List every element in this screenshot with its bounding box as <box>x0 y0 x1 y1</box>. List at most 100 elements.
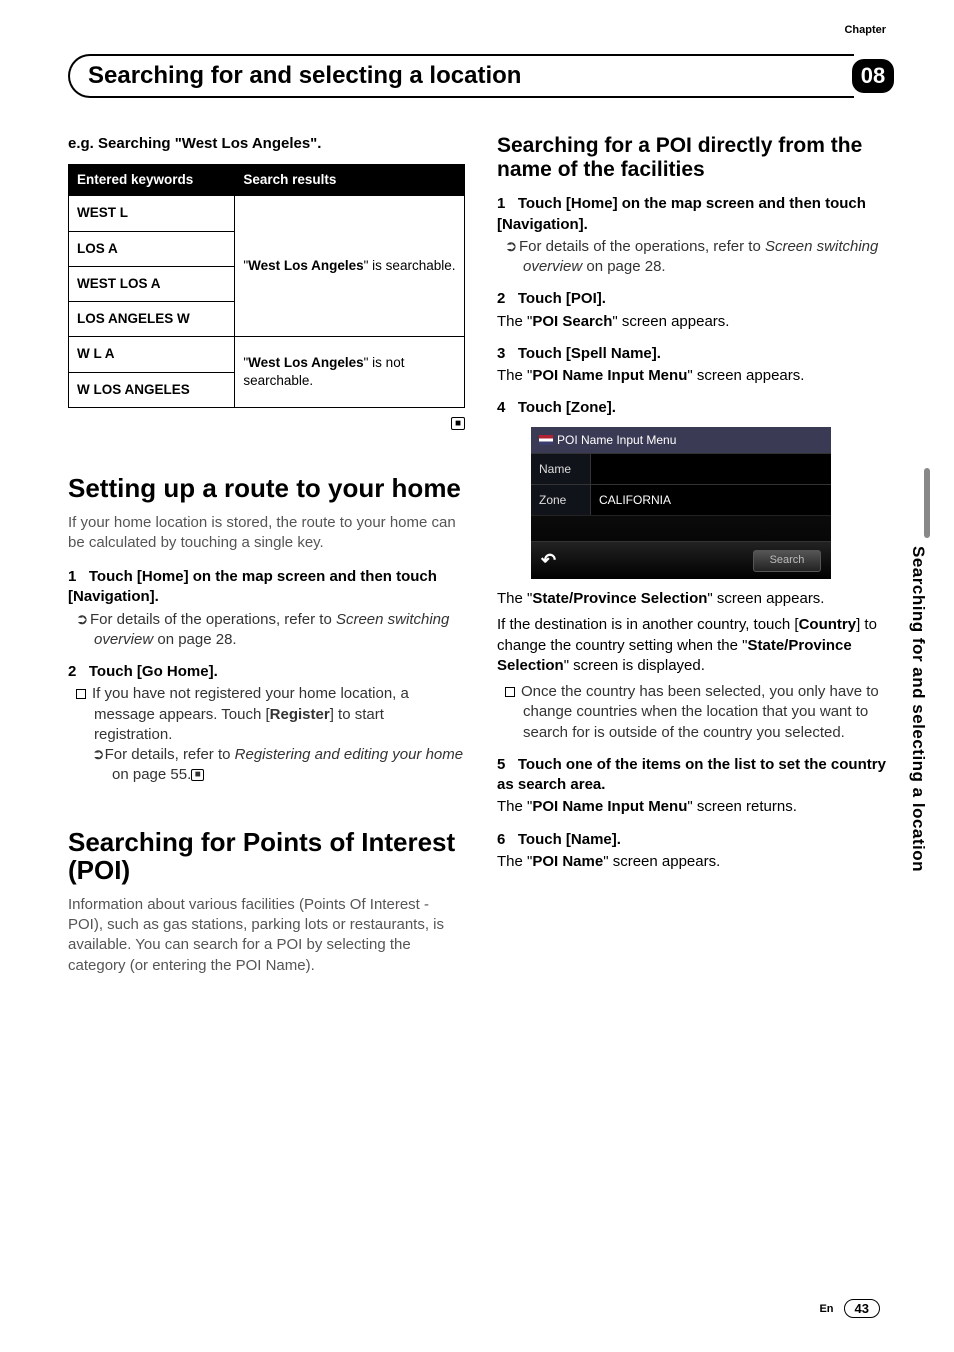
text-bold: POI Name Input Menu <box>532 798 687 815</box>
table-row: WEST L <box>69 196 235 231</box>
step-sub: Once the country has been selected, you … <box>497 682 894 743</box>
text: " is searchable. <box>364 258 456 273</box>
step-title: Touch [Spell Name]. <box>518 345 661 362</box>
step-note: If the destination is in another country… <box>497 615 894 676</box>
bullet-box-icon <box>76 689 86 699</box>
text: The " <box>497 313 532 330</box>
step-number: 1 <box>68 568 76 585</box>
ui-search-button: Search <box>753 550 821 572</box>
text: on page 28. <box>153 631 236 648</box>
step-title: Touch one of the items on the list to se… <box>497 756 886 793</box>
pointer-icon: ➲ <box>74 610 90 630</box>
text: The " <box>497 590 532 607</box>
ui-row-zone: ZoneCALIFORNIA <box>531 484 831 515</box>
step: 6 Touch [Name]. <box>497 830 894 850</box>
text-bold: West Los Angeles <box>248 258 364 273</box>
page-title-box: Searching for and selecting a location <box>68 54 854 98</box>
step-number: 5 <box>497 756 505 773</box>
step: 3 Touch [Spell Name]. <box>497 344 894 364</box>
text: The " <box>497 798 532 815</box>
table-result-searchable: "West Los Angeles" is searchable. <box>235 196 465 337</box>
ui-title: POI Name Input Menu <box>557 432 676 448</box>
ui-label: Name <box>531 454 591 484</box>
step-title: Touch [Name]. <box>518 831 621 848</box>
text: If the destination is in another country… <box>497 616 799 633</box>
step-sub: ➲For details of the operations, refer to… <box>68 610 465 651</box>
step-number: 4 <box>497 399 505 416</box>
text-bold: State/Province Selection <box>532 590 707 607</box>
example-heading: e.g. Searching "West Los Angeles". <box>68 134 465 154</box>
section-intro: Information about various facilities (Po… <box>68 895 465 976</box>
step-title: Touch [Home] on the map screen and then … <box>497 195 866 232</box>
text-bold: POI Name <box>532 853 603 870</box>
table-header-keywords: Entered keywords <box>69 165 235 196</box>
step: 2 Touch [POI]. <box>497 289 894 309</box>
text: For details, refer to <box>105 746 235 763</box>
text: " screen appears. <box>707 590 824 607</box>
side-tab-label: Searching for and selecting a location <box>908 546 928 872</box>
step-sub: If you have not registered your home loc… <box>68 684 465 745</box>
flag-icon <box>539 435 553 445</box>
step-result: The "POI Name Input Menu" screen appears… <box>497 366 894 386</box>
step-subsub: ➲For details, refer to Registering and e… <box>68 745 465 786</box>
right-column: Searching for a POI directly from the na… <box>497 134 894 990</box>
step-sub: ➲For details of the operations, refer to… <box>497 237 894 278</box>
page-footer: En 43 <box>819 1299 880 1318</box>
step-number: 2 <box>497 290 505 307</box>
table-row: WEST LOS A <box>69 266 235 301</box>
step-title: Touch [Zone]. <box>518 399 616 416</box>
back-icon: ↶ <box>541 548 556 572</box>
step-title: Touch [Go Home]. <box>89 663 218 680</box>
step-title: Touch [POI]. <box>518 290 606 307</box>
text: Once the country has been selected, you … <box>521 683 879 741</box>
step-result: The "POI Name Input Menu" screen returns… <box>497 797 894 817</box>
text: For details of the operations, refer to <box>90 611 336 628</box>
footer-page-number: 43 <box>844 1299 880 1318</box>
text: For details of the operations, refer to <box>519 238 765 255</box>
chapter-number-badge: 08 <box>852 59 894 93</box>
ui-label: Zone <box>531 485 591 515</box>
text: " screen appears. <box>687 367 804 384</box>
table-row: W L A <box>69 337 235 372</box>
step-result: The "POI Name" screen appears. <box>497 852 894 872</box>
section-end-icon: ■ <box>68 412 465 432</box>
ui-spacer <box>531 515 831 541</box>
ui-value <box>591 454 831 484</box>
text: The " <box>497 853 532 870</box>
footer-language: En <box>819 1303 833 1315</box>
side-tab-stub <box>924 468 930 538</box>
step-result: The "POI Search" screen appears. <box>497 312 894 332</box>
step: 2 Touch [Go Home]. <box>68 662 465 682</box>
title-row: Searching for and selecting a location 0… <box>68 54 894 98</box>
step-number: 2 <box>68 663 76 680</box>
table-header-results: Search results <box>235 165 465 196</box>
step: 4 Touch [Zone]. <box>497 398 894 418</box>
text: on page 28. <box>582 258 665 275</box>
chapter-label: Chapter <box>844 24 886 36</box>
ui-value: CALIFORNIA <box>591 485 831 515</box>
table-row: LOS A <box>69 231 235 266</box>
text-bold: Country <box>799 616 857 633</box>
step-result: The "State/Province Selection" screen ap… <box>497 589 894 609</box>
text: " screen appears. <box>612 313 729 330</box>
keyword-table: Entered keywords Search results WEST L "… <box>68 164 465 408</box>
side-tab: Searching for and selecting a location <box>908 468 934 928</box>
text: " screen is displayed. <box>564 657 705 674</box>
ui-screenshot: POI Name Input Menu Name ZoneCALIFORNIA … <box>531 427 831 580</box>
section-heading-home: Setting up a route to your home <box>68 474 465 503</box>
step-number: 6 <box>497 831 505 848</box>
text: " screen returns. <box>687 798 797 815</box>
table-row: LOS ANGELES W <box>69 302 235 337</box>
step: 5 Touch one of the items on the list to … <box>497 755 894 796</box>
section-heading-poi: Searching for Points of Interest (POI) <box>68 828 465 885</box>
section-intro: If your home location is stored, the rou… <box>68 513 465 554</box>
text-bold: Register <box>270 706 330 723</box>
subsection-heading: Searching for a POI directly from the na… <box>497 134 894 182</box>
section-end-icon: ■ <box>191 769 204 781</box>
step: 1 Touch [Home] on the map screen and the… <box>68 567 465 608</box>
text-italic: Registering and editing your home <box>235 746 463 763</box>
ui-titlebar: POI Name Input Menu <box>531 427 831 453</box>
ui-row-name: Name <box>531 453 831 484</box>
step-title: Touch [Home] on the map screen and then … <box>68 568 437 605</box>
table-result-not-searchable: "West Los Angeles" is not searchable. <box>235 337 465 407</box>
